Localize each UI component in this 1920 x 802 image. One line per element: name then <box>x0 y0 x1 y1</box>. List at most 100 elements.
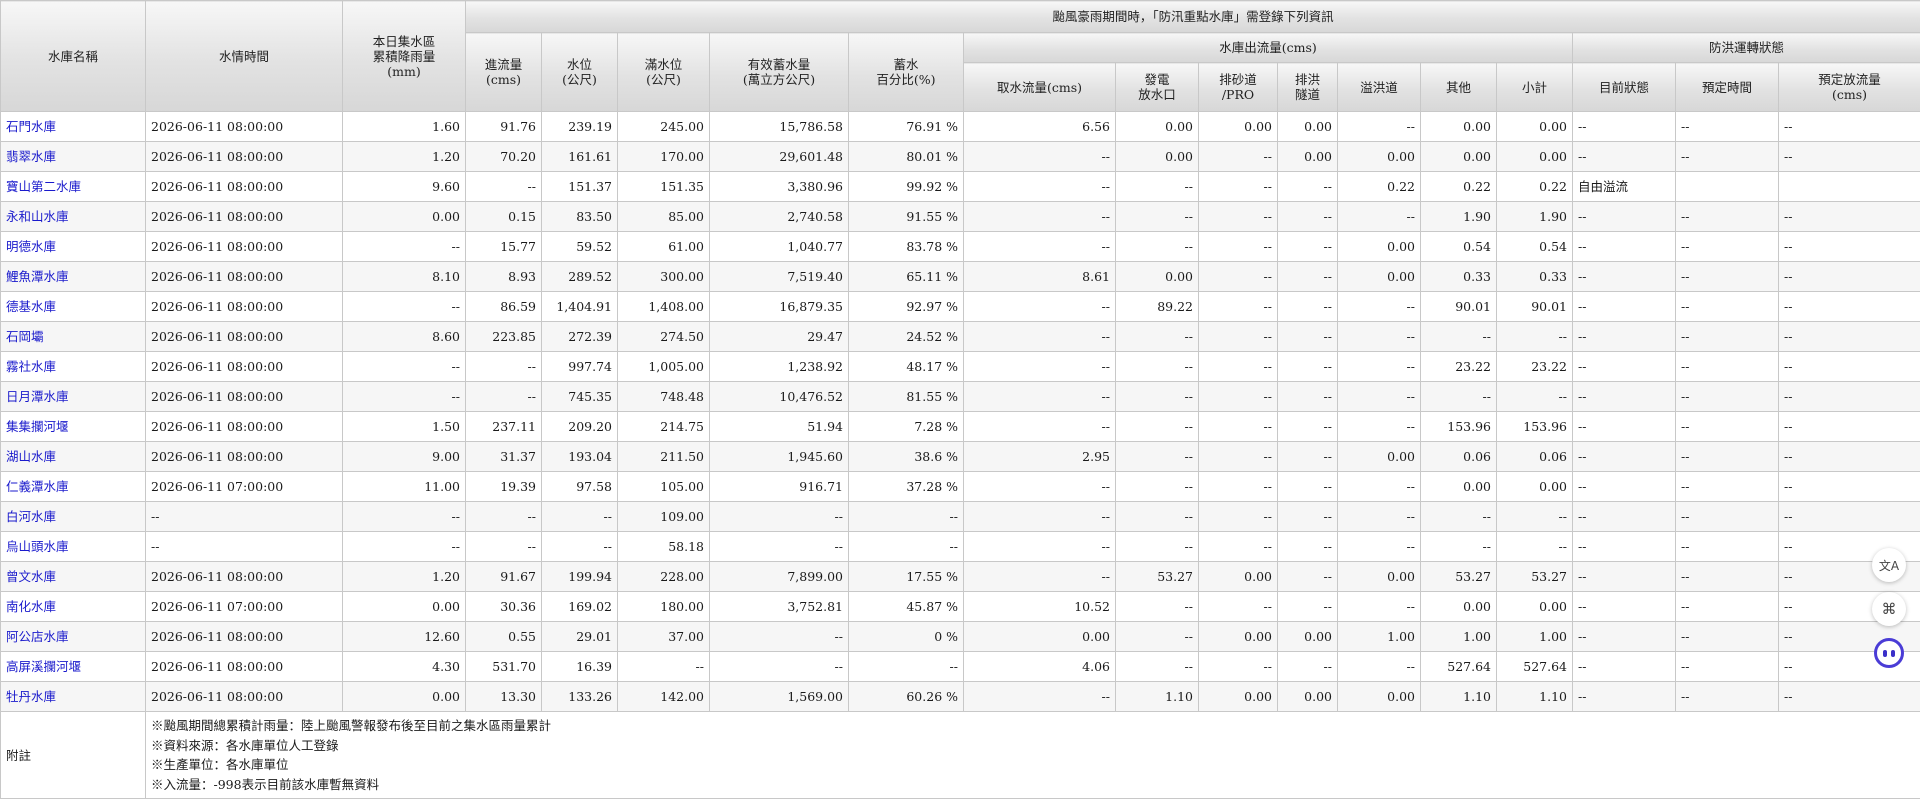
header-reservoir-name: 水庫名稱 <box>0 0 146 112</box>
subtotal-cell: -- <box>1496 531 1573 562</box>
subtotal-cell: 527.64 <box>1496 651 1573 682</box>
subtotal-cell: 0.33 <box>1496 261 1573 292</box>
reservoir-name-link[interactable]: 集集攔河堰 <box>6 419 69 434</box>
storage-pct-cell: 24.52 % <box>848 321 964 352</box>
sediment-cell: -- <box>1198 171 1278 202</box>
sediment-cell: -- <box>1198 381 1278 412</box>
reservoir-name-link[interactable]: 高屏溪攔河堰 <box>6 659 81 674</box>
header-others: 其他 <box>1420 62 1497 112</box>
water-time-cell: 2026-06-11 08:00:00 <box>145 171 343 202</box>
table-row: 南化水庫 2026-06-11 07:00:00 0.00 30.36 169.02 18… <box>0 591 1920 622</box>
full-level-cell: 85.00 <box>617 201 710 232</box>
current-status-cell: -- <box>1572 261 1676 292</box>
effective-storage-cell: 3,752.81 <box>709 591 849 622</box>
header-full-level: 滿水位 (公尺) <box>617 32 710 112</box>
reservoir-name-cell: 翡翠水庫 <box>0 141 146 172</box>
flood-tunnel-cell: -- <box>1277 381 1338 412</box>
water-level-cell: 745.35 <box>541 381 618 412</box>
others-cell: 1.00 <box>1420 621 1497 652</box>
water-level-cell: 151.37 <box>541 171 618 202</box>
current-status-cell: -- <box>1572 471 1676 502</box>
effective-storage-cell: 1,040.77 <box>709 231 849 262</box>
header-water-time: 水情時間 <box>145 0 343 112</box>
water-level-cell: 161.61 <box>541 141 618 172</box>
scheduled-discharge-cell: -- <box>1778 291 1920 322</box>
table-row: 霧社水庫 2026-06-11 08:00:00 -- -- 997.74 1,005.0… <box>0 351 1920 382</box>
header-typhoon-banner: 颱風豪雨期間時，「防汛重點水庫」需登錄下列資訊 <box>465 0 1920 33</box>
intake-flow-cell: 0.00 <box>963 621 1116 652</box>
sediment-cell: -- <box>1198 261 1278 292</box>
reservoir-name-link[interactable]: 牡丹水庫 <box>6 689 56 704</box>
current-status-cell: 自由溢流 <box>1572 171 1676 202</box>
flood-tunnel-cell: -- <box>1277 261 1338 292</box>
reservoir-name-link[interactable]: 阿公店水庫 <box>6 629 69 644</box>
spillway-cell: -- <box>1337 291 1421 322</box>
subtotal-cell: 0.00 <box>1496 141 1573 172</box>
reservoir-name-link[interactable]: 白河水庫 <box>6 509 56 524</box>
reservoir-name-link[interactable]: 石岡壩 <box>6 329 44 344</box>
rainfall-cell: -- <box>342 291 466 322</box>
reservoir-name-link[interactable]: 南化水庫 <box>6 599 56 614</box>
reservoir-name-link[interactable]: 霧社水庫 <box>6 359 56 374</box>
assistant-icon <box>1874 638 1904 668</box>
assistant-button[interactable] <box>1872 636 1906 670</box>
reservoir-name-link[interactable]: 日月潭水庫 <box>6 389 69 404</box>
others-cell: 90.01 <box>1420 291 1497 322</box>
header-flood-ops-group: 防洪運轉狀態 <box>1572 32 1920 63</box>
rainfall-cell: 8.10 <box>342 261 466 292</box>
full-level-cell: 105.00 <box>617 471 710 502</box>
scheduled-discharge-cell: -- <box>1778 381 1920 412</box>
reservoir-name-link[interactable]: 鯉魚潭水庫 <box>6 269 69 284</box>
reservoir-name-link[interactable]: 石門水庫 <box>6 119 56 134</box>
spillway-cell: -- <box>1337 531 1421 562</box>
rainfall-cell: 1.20 <box>342 141 466 172</box>
others-cell: -- <box>1420 531 1497 562</box>
full-level-cell: 274.50 <box>617 321 710 352</box>
reservoir-name-link[interactable]: 烏山頭水庫 <box>6 539 69 554</box>
scheduled-time-cell: -- <box>1675 651 1779 682</box>
subtotal-cell: -- <box>1496 381 1573 412</box>
effective-storage-cell: -- <box>709 531 849 562</box>
subtotal-cell: 0.06 <box>1496 441 1573 472</box>
header-current-status: 目前狀態 <box>1572 62 1676 112</box>
table-row: 曾文水庫 2026-06-11 08:00:00 1.20 91.67 199.94 22… <box>0 561 1920 592</box>
reservoir-name-link[interactable]: 仁義潭水庫 <box>6 479 69 494</box>
reservoir-name-link[interactable]: 翡翠水庫 <box>6 149 56 164</box>
scheduled-time-cell: -- <box>1675 471 1779 502</box>
power-outlet-cell: -- <box>1115 381 1199 412</box>
effective-storage-cell: 16,879.35 <box>709 291 849 322</box>
subtotal-cell: -- <box>1496 501 1573 532</box>
inflow-cell: 91.76 <box>465 111 542 142</box>
reservoir-name-link[interactable]: 曾文水庫 <box>6 569 56 584</box>
current-status-cell: -- <box>1572 501 1676 532</box>
reservoir-name-link[interactable]: 寶山第二水庫 <box>6 179 81 194</box>
note-line: ※資料來源：各水庫單位人工登錄 <box>151 737 339 753</box>
table-row: 石門水庫 2026-06-11 08:00:00 1.60 91.76 239.19 24… <box>0 111 1920 142</box>
full-level-cell: 180.00 <box>617 591 710 622</box>
scheduled-time-cell: -- <box>1675 231 1779 262</box>
power-outlet-cell: -- <box>1115 501 1199 532</box>
rainfall-cell: 9.60 <box>342 171 466 202</box>
note-line: ※颱風期間總累積計雨量：陸上颱風警報發布後至目前之集水區雨量累計 <box>151 718 552 733</box>
water-time-cell: 2026-06-11 08:00:00 <box>145 261 343 292</box>
water-level-cell: 83.50 <box>541 201 618 232</box>
flood-tunnel-cell: -- <box>1277 321 1338 352</box>
rainfall-cell: 9.00 <box>342 441 466 472</box>
reservoir-name-link[interactable]: 湖山水庫 <box>6 449 56 464</box>
reservoir-name-link[interactable]: 永和山水庫 <box>6 209 69 224</box>
reservoir-name-cell: 日月潭水庫 <box>0 381 146 412</box>
water-time-cell: -- <box>145 531 343 562</box>
sediment-cell: -- <box>1198 291 1278 322</box>
translate-button[interactable]: 文A <box>1872 548 1906 582</box>
table-row: 明德水庫 2026-06-11 08:00:00 -- 15.77 59.52 61.00… <box>0 231 1920 262</box>
reservoir-name-link[interactable]: 明德水庫 <box>6 239 56 254</box>
header-storage-pct: 蓄水 百分比(%) <box>848 32 964 112</box>
note-line: ※入流量：-998表示目前該水庫暫無資料 <box>151 776 380 792</box>
floating-toolbar: 文A ⌘ <box>1872 548 1908 680</box>
reservoir-name-link[interactable]: 德基水庫 <box>6 299 56 314</box>
current-status-cell: -- <box>1572 651 1676 682</box>
sediment-cell: -- <box>1198 591 1278 622</box>
storage-pct-cell: -- <box>848 501 964 532</box>
apps-button[interactable]: ⌘ <box>1872 592 1906 626</box>
table-row: 永和山水庫 2026-06-11 08:00:00 0.00 0.15 83.50 85.… <box>0 201 1920 232</box>
